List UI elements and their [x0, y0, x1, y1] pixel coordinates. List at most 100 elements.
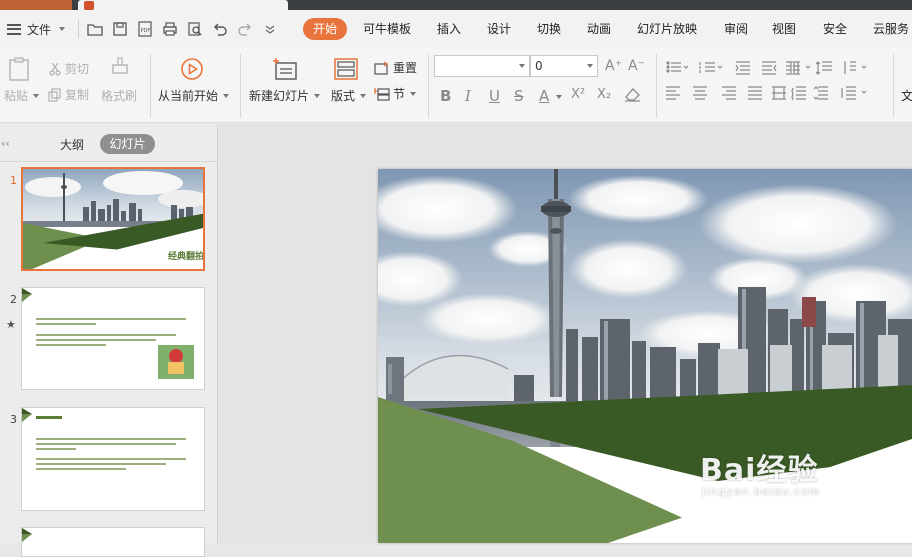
save-icon[interactable]: [112, 21, 128, 37]
svg-text:PDF: PDF: [141, 28, 151, 34]
tab-insert[interactable]: 插入: [437, 20, 461, 37]
new-slide-icon: [273, 58, 297, 80]
divider: [0, 161, 217, 162]
chevron-down-icon: [223, 93, 230, 98]
tab-design[interactable]: 设计: [487, 20, 511, 37]
file-menu[interactable]: 文件: [7, 18, 66, 40]
watermark-url: jingyan.baidu.com: [702, 485, 821, 498]
current-slide[interactable]: [378, 169, 912, 543]
reset-button[interactable]: 重置: [374, 59, 417, 76]
eraser-icon[interactable]: [624, 86, 641, 102]
document-tab[interactable]: [78, 0, 288, 10]
bold-icon[interactable]: B: [440, 87, 451, 105]
slide-1-title: 经典翻拍: [168, 250, 204, 262]
new-slide-label: 新建幻灯片: [249, 89, 310, 103]
slide-1-preview: 经典翻拍: [23, 169, 204, 269]
superscript-icon[interactable]: X²: [571, 87, 585, 102]
watermark-brand: Bai经验: [700, 453, 819, 488]
chevron-down-icon: [314, 93, 321, 98]
tab-home[interactable]: 开始: [303, 18, 347, 40]
tab-transition[interactable]: 切换: [537, 20, 561, 37]
section-label: 节: [393, 87, 406, 101]
slide-thumbnail-4[interactable]: [21, 527, 205, 557]
paste-label: 粘贴: [4, 89, 29, 103]
italic-icon[interactable]: I: [465, 87, 471, 105]
divider: [78, 20, 79, 38]
paste-icon: [9, 57, 29, 81]
tab-template[interactable]: 可牛模板: [363, 20, 411, 37]
slide-number: 2: [10, 293, 17, 306]
file-menu-label: 文件: [27, 22, 52, 37]
window-top-strip: [0, 0, 912, 10]
underline-icon[interactable]: U: [489, 87, 500, 105]
subscript-icon[interactable]: X₂: [597, 87, 611, 102]
cityscape-slide-image: [378, 169, 912, 543]
font-name-combo[interactable]: [434, 55, 530, 77]
collapse-panel-icon[interactable]: ‹‹: [1, 137, 10, 150]
tab-review[interactable]: 审阅: [724, 20, 748, 37]
text-tools-button[interactable]: 文: [901, 87, 912, 104]
slide-thumbnail-2[interactable]: [21, 287, 205, 390]
slide-thumbnail-3[interactable]: [21, 407, 205, 511]
format-painter-icon: [112, 57, 128, 74]
undo-icon[interactable]: [212, 21, 228, 37]
from-current-label: 从当前开始: [158, 89, 219, 103]
scissors-icon: [49, 62, 61, 76]
tab-slideshow[interactable]: 幻灯片放映: [637, 20, 697, 37]
app-tab[interactable]: [0, 0, 72, 10]
chevron-down-icon: [33, 93, 40, 98]
slide-panel: ‹‹ 大纲 幻灯片 1 经典翻拍 2 ★ 3: [0, 124, 218, 557]
copy-label: 复制: [65, 88, 90, 102]
section-icon: [374, 87, 390, 101]
baidu-watermark: Bai经验 jingyan.baidu.com: [700, 445, 820, 498]
font-color-icon[interactable]: A: [539, 87, 549, 105]
slide-thumbnail-1[interactable]: 经典翻拍: [21, 167, 205, 271]
tab-slides[interactable]: 幻灯片: [100, 134, 155, 154]
decrease-font-icon[interactable]: A⁻: [628, 58, 645, 74]
copy-button[interactable]: 复制: [48, 86, 89, 103]
divider: [893, 54, 894, 118]
slide-3-preview: [22, 408, 204, 510]
paste-button[interactable]: 粘贴: [4, 87, 40, 104]
reset-label: 重置: [393, 61, 418, 75]
paragraph-tools[interactable]: [666, 60, 886, 100]
play-icon: [181, 58, 203, 80]
slide-number: 1: [10, 174, 17, 187]
increase-font-icon[interactable]: A⁺: [605, 58, 622, 74]
redo-icon[interactable]: [237, 21, 253, 37]
chevron-down-icon: [519, 64, 525, 68]
more-chevron-icon[interactable]: [262, 21, 278, 37]
cut-label: 剪切: [65, 62, 90, 76]
section-button[interactable]: 节: [374, 85, 417, 102]
format-painter-button[interactable]: 格式刷: [101, 87, 137, 104]
tab-outline[interactable]: 大纲: [60, 136, 84, 153]
open-folder-icon[interactable]: [87, 21, 103, 37]
font-size-combo[interactable]: 0: [530, 55, 598, 77]
layout-label: 版式: [331, 89, 356, 103]
export-pdf-icon[interactable]: PDF: [137, 21, 153, 37]
chevron-down-icon: [556, 95, 562, 99]
layout-icon: [334, 58, 358, 80]
print-preview-icon[interactable]: [187, 21, 203, 37]
layout-button[interactable]: 版式: [331, 87, 367, 104]
strikethrough-icon[interactable]: S: [514, 87, 524, 105]
divider: [240, 54, 241, 118]
tab-security[interactable]: 安全: [823, 20, 847, 37]
cut-button[interactable]: 剪切: [48, 60, 89, 77]
chevron-down-icon: [59, 27, 66, 31]
menu-bar: 文件 PDF 开始 可牛模板 插入 设计 切换 动画 幻灯片放映 审阅 视图 安…: [0, 10, 912, 48]
wps-presentation-icon: [84, 1, 94, 10]
chevron-down-icon: [360, 93, 367, 98]
slide-number: 3: [10, 413, 17, 426]
from-current-slide-button[interactable]: 从当前开始: [158, 87, 230, 104]
tab-view[interactable]: 视图: [772, 20, 796, 37]
divider: [428, 54, 429, 118]
tab-cloud[interactable]: 云服务: [873, 20, 909, 37]
print-icon[interactable]: [162, 21, 178, 37]
chevron-down-icon: [410, 91, 417, 96]
divider: [656, 54, 657, 118]
tab-animation[interactable]: 动画: [587, 20, 611, 37]
new-slide-button[interactable]: 新建幻灯片: [249, 87, 321, 104]
font-size-value: 0: [535, 59, 543, 73]
reset-icon: [374, 61, 389, 75]
